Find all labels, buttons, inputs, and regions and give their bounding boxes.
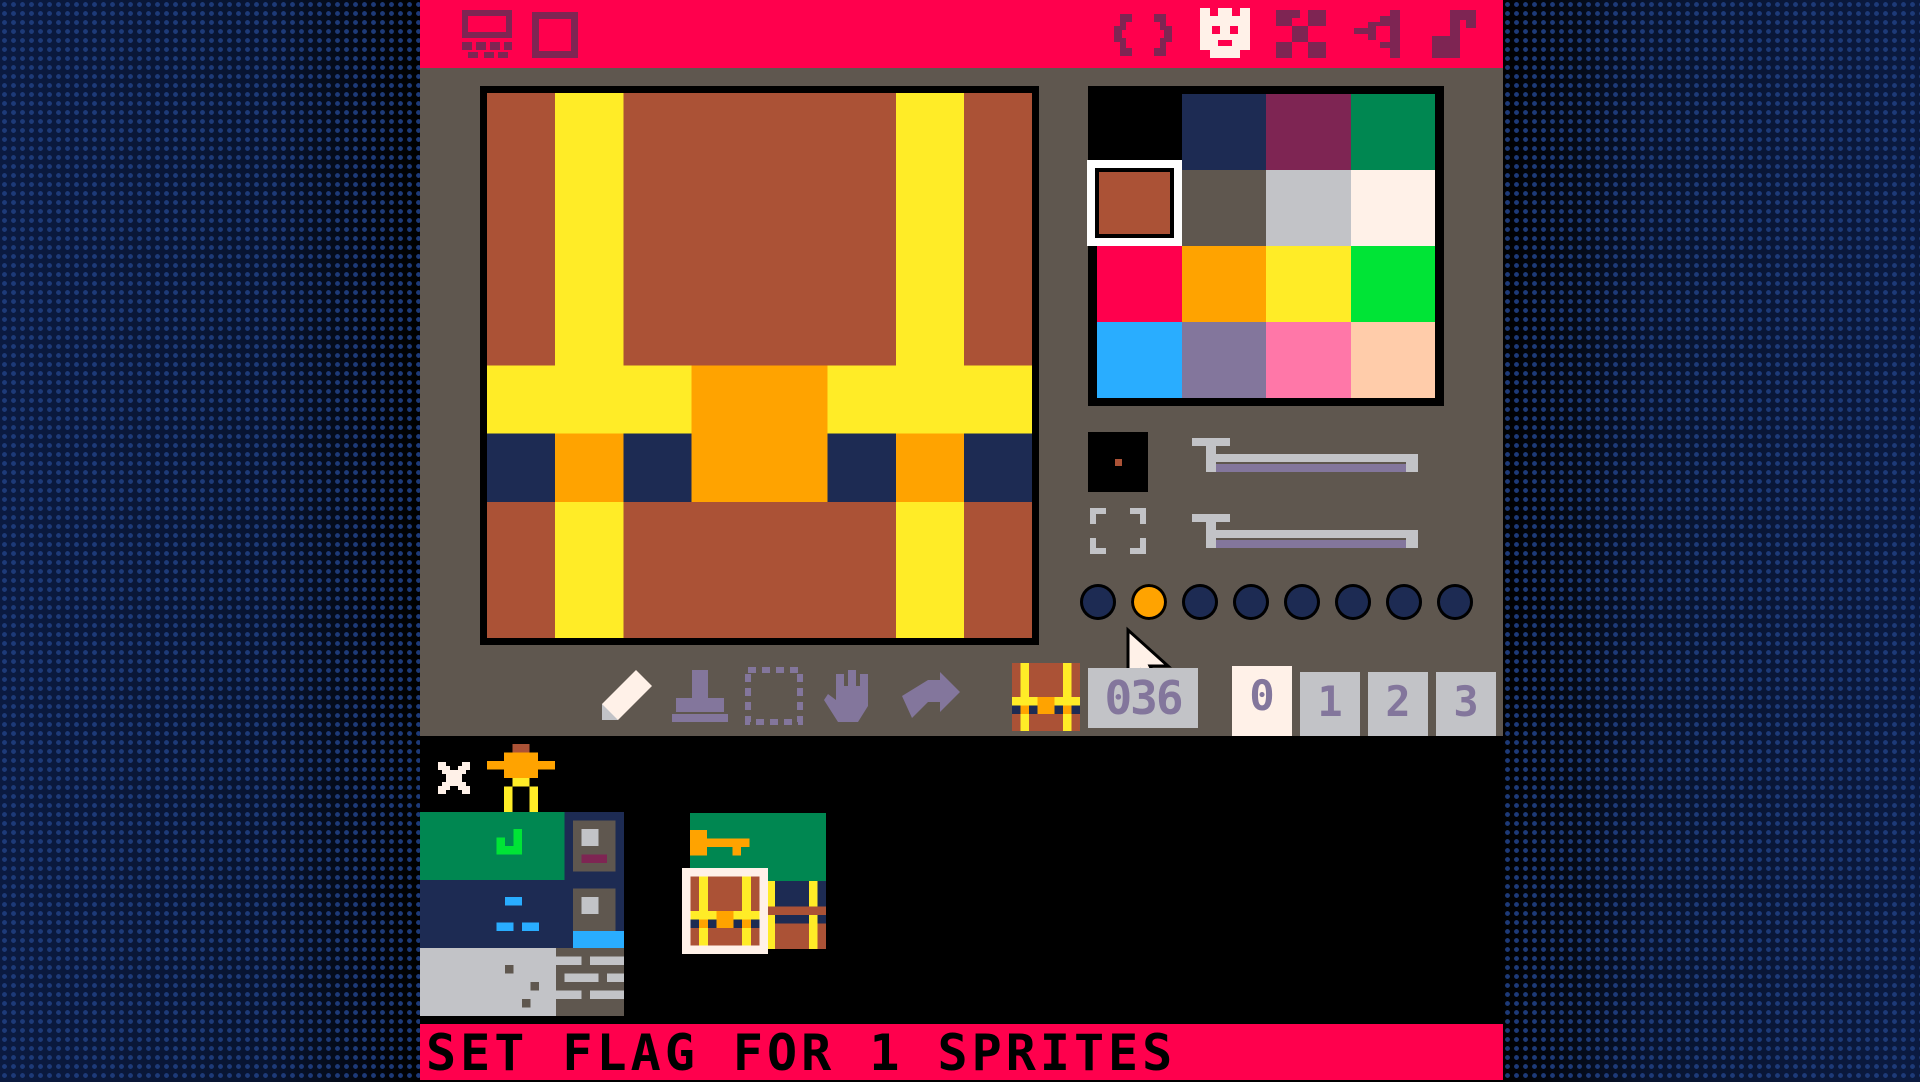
sprite-editor-panel: 036 0 1 2 3 [420, 68, 1503, 736]
zoom-icon [1090, 508, 1146, 554]
flag-5-toggle[interactable] [1335, 584, 1371, 620]
close-icon[interactable] [434, 758, 474, 798]
current-sprite-preview[interactable] [1012, 662, 1080, 732]
stamp-icon[interactable] [670, 666, 732, 728]
brush-size-slider[interactable] [1188, 432, 1428, 476]
palette-swatch[interactable] [1350, 322, 1435, 398]
flag-7-toggle[interactable] [1437, 584, 1473, 620]
fill-icon[interactable] [898, 666, 964, 728]
palette-swatch[interactable] [1097, 94, 1182, 170]
code-editor-icon[interactable] [1112, 10, 1174, 60]
sheet-tab-3[interactable]: 3 [1436, 672, 1496, 736]
status-message: SET FLAG FOR 1 SPRITES [426, 1024, 1177, 1082]
palette-swatch[interactable] [1350, 94, 1435, 170]
palette-swatch-selected[interactable] [1087, 160, 1182, 246]
palette-swatch[interactable] [1181, 170, 1266, 246]
flag-2-toggle[interactable] [1182, 584, 1218, 620]
palette-swatch[interactable] [1266, 170, 1351, 246]
sfx-editor-icon[interactable] [1346, 8, 1406, 62]
map-editor-icon[interactable] [530, 10, 582, 60]
sprite-mode-icon[interactable] [1196, 6, 1254, 60]
palette-swatch[interactable] [1266, 322, 1351, 398]
selected-sprite-highlight[interactable] [682, 868, 768, 954]
flag-6-toggle[interactable] [1386, 584, 1422, 620]
sprite-editor-icon[interactable] [460, 8, 516, 60]
pan-icon[interactable] [818, 666, 880, 728]
sheet-tab-1[interactable]: 1 [1300, 672, 1360, 736]
sprite-number-field[interactable]: 036 [1088, 668, 1198, 728]
palette-swatch[interactable] [1097, 322, 1182, 398]
select-icon[interactable] [744, 666, 806, 728]
pico8-screen: 036 0 1 2 3 SET FLAG FOR 1 SPRITES [420, 0, 1503, 1080]
sprite-canvas[interactable] [487, 93, 1032, 638]
tile-sprites[interactable] [420, 812, 624, 1016]
flag-4-toggle[interactable] [1284, 584, 1320, 620]
color-palette [1087, 94, 1435, 398]
palette-swatch[interactable] [1266, 246, 1351, 322]
palette-swatch[interactable] [1350, 246, 1435, 322]
sheet-tab-2[interactable]: 2 [1368, 672, 1428, 736]
brush-size-icon [1088, 432, 1148, 492]
sheet-tab-0[interactable]: 0 [1232, 666, 1292, 736]
palette-swatch[interactable] [1181, 322, 1266, 398]
palette-swatch[interactable] [1350, 170, 1435, 246]
palette-swatch[interactable] [1181, 94, 1266, 170]
palette-swatch[interactable] [1181, 246, 1266, 322]
zoom-slider[interactable] [1188, 508, 1428, 552]
palette-swatch[interactable] [1266, 94, 1351, 170]
music-editor-icon[interactable] [1424, 6, 1482, 62]
palette-swatch[interactable] [1097, 246, 1182, 322]
flag-0-toggle[interactable] [1080, 584, 1116, 620]
map-mode-icon[interactable] [1274, 8, 1330, 62]
player-sprite-icon[interactable] [486, 744, 556, 812]
flag-1-toggle[interactable] [1131, 584, 1167, 620]
pencil-icon[interactable] [596, 666, 658, 728]
sprite-flags [1080, 584, 1473, 620]
top-menu-bar [420, 0, 1503, 68]
flag-3-toggle[interactable] [1233, 584, 1269, 620]
